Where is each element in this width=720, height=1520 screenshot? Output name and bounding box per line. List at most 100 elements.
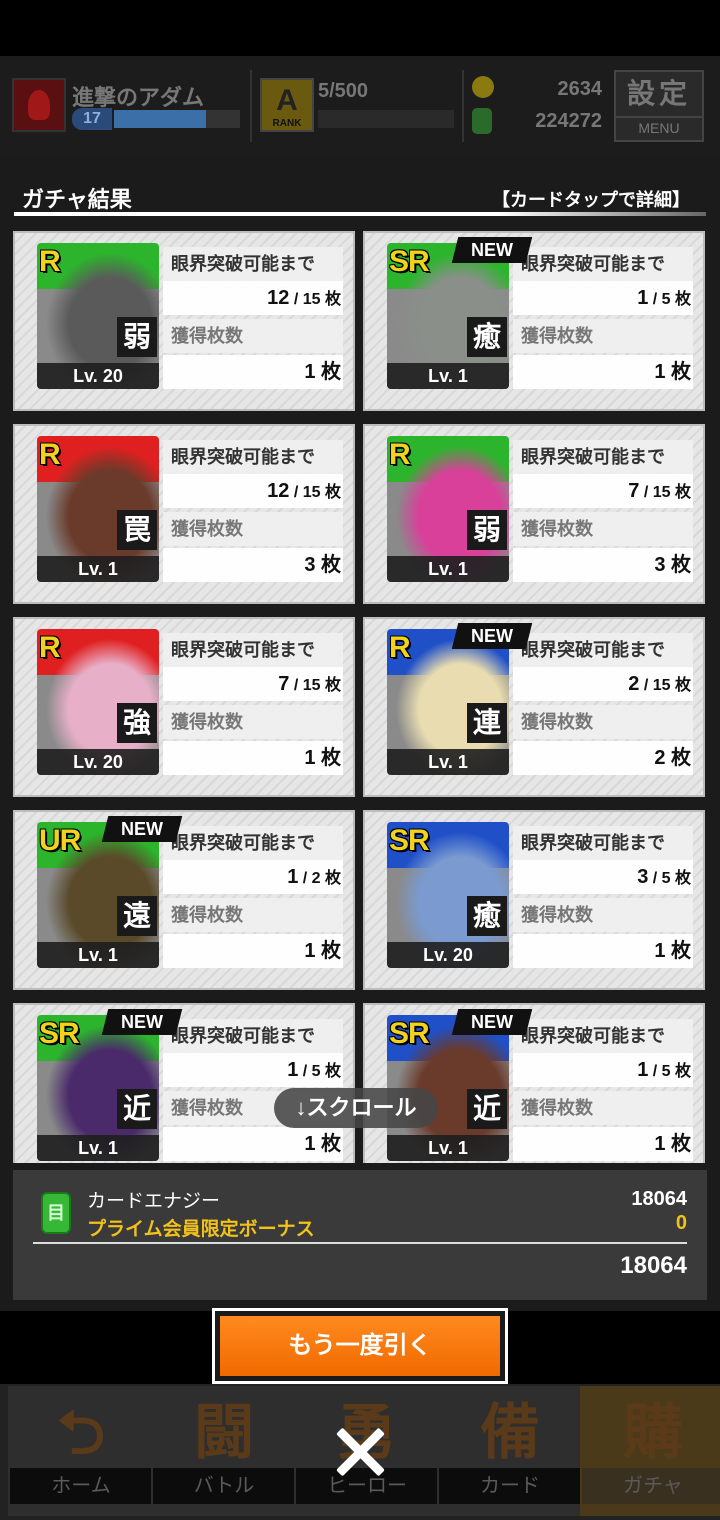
obtained-label: 獲得枚数 [163,319,343,353]
gacha-card[interactable]: UR 遠 Lv. 1 NEW 眼界突破可能まで 1 / 2 枚獲得枚数 1 枚 [13,810,355,990]
settings-menu-button[interactable]: 設定 MENU [614,70,704,142]
card-thumbnail[interactable]: SR 癒 Lv. 1 [387,243,509,389]
limit-break-progress: 2 [628,673,640,695]
obtained-label: 獲得枚数 [513,512,693,546]
limit-break-progress: 1 [637,1059,649,1081]
xp-bar-fill [114,110,206,128]
limit-break-value: 2 / 15 枚 [513,667,693,701]
new-label: NEW [471,626,513,646]
player-avatar[interactable] [12,78,66,132]
limit-break-label: 眼界突破可能まで [513,1019,693,1053]
card-level: Lv. 1 [387,1135,509,1161]
gacha-card[interactable]: R 罠 Lv. 1 眼界突破可能まで 12 / 15 枚獲得枚数 3 枚 [13,424,355,604]
nav-label: ホーム [10,1468,152,1504]
gacha-card[interactable]: SR 近 Lv. 1 NEW 眼界突破可能まで 1 / 5 枚獲得枚数 1 枚 [13,1003,355,1163]
nav-label: バトル [153,1468,295,1504]
card-thumbnail[interactable]: R 罠 Lv. 1 [37,436,159,582]
gacha-card[interactable]: SR 癒 Lv. 20 眼界突破可能まで 3 / 5 枚獲得枚数 1 枚 [363,810,705,990]
menu-big-label: 設定 [626,78,691,109]
limit-break-total: / 15 枚 [289,484,341,501]
rarity-badge: R [39,245,61,278]
card-energy-icon: 目 [41,1192,71,1234]
nav-item-cards[interactable]: 備カード [437,1386,583,1516]
gacha-card[interactable]: SR 近 Lv. 1 NEW 眼界突破可能まで 1 / 5 枚獲得枚数 1 枚 [363,1003,705,1163]
card-thumbnail[interactable]: R 強 Lv. 20 [37,629,159,775]
rarity-badge: R [389,631,411,664]
limit-break-progress: 3 [637,866,649,888]
coin-icon [472,76,494,98]
bonus-label: プライム会員限定ボーナス [87,1219,315,1240]
nav-item-gacha[interactable]: 購ガチャ [580,1386,720,1516]
limit-break-total: / 15 枚 [639,677,691,694]
stamina-bar [318,110,454,128]
rarity-badge: SR [389,824,430,857]
role-badge: 罠 [117,510,157,550]
gacha-card[interactable]: R 強 Lv. 20 眼界突破可能まで 7 / 15 枚獲得枚数 1 枚 [13,617,355,797]
limit-break-label: 眼界突破可能まで [163,247,343,281]
limit-break-label: 眼界突破可能まで [163,633,343,667]
obtained-label: 獲得枚数 [513,319,693,353]
card-level: Lv. 20 [387,942,509,968]
nav-item-gamepad[interactable]: 闘バトル [151,1386,297,1516]
role-badge: 弱 [117,317,157,357]
energy-count: 224272 [535,110,602,132]
limit-break-progress: 1 [637,287,649,309]
card-level: Lv. 20 [37,363,159,389]
obtained-value: 1 枚 [163,934,343,968]
role-badge: 遠 [117,896,157,936]
gacha-card[interactable]: SR 癒 Lv. 1 NEW 眼界突破可能まで 1 / 5 枚獲得枚数 1 枚 [363,231,705,411]
obtained-label: 獲得枚数 [513,1091,693,1125]
rarity-badge: SR [389,245,430,278]
card-level: Lv. 20 [37,749,159,775]
title-underline [14,212,706,216]
rank-letter: A [276,84,298,117]
card-thumbnail[interactable]: SR 癒 Lv. 20 [387,822,509,968]
obtained-value: 1 枚 [513,934,693,968]
energy-label: カードエナジー [87,1191,221,1212]
obtained-label: 獲得枚数 [513,705,693,739]
card-thumbnail[interactable]: UR 遠 Lv. 1 [37,822,159,968]
nav-item-home[interactable]: ⮌ ホーム [8,1386,154,1516]
role-badge: 強 [117,703,157,743]
obtained-value: 1 枚 [513,1127,693,1161]
new-label: NEW [471,240,513,260]
card-thumbnail[interactable]: SR 近 Lv. 1 [37,1015,159,1161]
divider [462,70,464,142]
card-thumbnail[interactable]: R 弱 Lv. 1 [387,436,509,582]
menu-small-label: MENU [616,116,702,138]
limit-break-total: / 5 枚 [648,1063,691,1080]
limit-break-total: / 2 枚 [298,870,341,887]
limit-break-total: / 5 枚 [298,1063,341,1080]
rank-badge: A RANK [260,78,314,132]
coin-count: 2634 [557,78,603,100]
new-badge: NEW [451,237,533,263]
cards-icon: 備 [480,1399,540,1466]
role-badge: 近 [117,1089,157,1129]
gacha-card[interactable]: R 弱 Lv. 20 眼界突破可能まで 12 / 15 枚獲得枚数 1 枚 [13,231,355,411]
obtained-value: 1 枚 [513,355,693,389]
limit-break-label: 眼界突破可能まで [163,1019,343,1053]
limit-break-value: 1 / 5 枚 [513,1053,693,1087]
obtained-value: 1 枚 [163,741,343,775]
close-icon[interactable] [330,1422,390,1482]
limit-break-value: 7 / 15 枚 [513,474,693,508]
obtained-label: 獲得枚数 [513,898,693,932]
card-level: Lv. 1 [387,749,509,775]
rank-label: RANK [272,118,302,129]
card-grid[interactable]: R 弱 Lv. 20 眼界突破可能まで 12 / 15 枚獲得枚数 1 枚 SR 癒 Lv. 1… [13,231,707,1163]
limit-break-total: / 15 枚 [289,677,341,694]
limit-break-value: 12 / 15 枚 [163,474,343,508]
card-thumbnail[interactable]: R 連 Lv. 1 [387,629,509,775]
limit-break-total: / 15 枚 [289,291,341,308]
limit-break-value: 1 / 5 枚 [513,281,693,315]
draw-again-button[interactable]: もう一度引く [212,1308,508,1384]
card-thumbnail[interactable]: R 弱 Lv. 20 [37,243,159,389]
gacha-card[interactable]: R 弱 Lv. 1 眼界突破可能まで 7 / 15 枚獲得枚数 3 枚 [363,424,705,604]
bonus-value: 0 [675,1212,687,1234]
divider [33,1242,687,1244]
gacha-card[interactable]: R 連 Lv. 1 NEW 眼界突破可能まで 2 / 15 枚獲得枚数 2 枚 [363,617,705,797]
new-label: NEW [121,819,163,839]
energy-value: 18064 [631,1188,687,1210]
limit-break-progress: 1 [287,866,299,888]
obtained-label: 獲得枚数 [163,512,343,546]
